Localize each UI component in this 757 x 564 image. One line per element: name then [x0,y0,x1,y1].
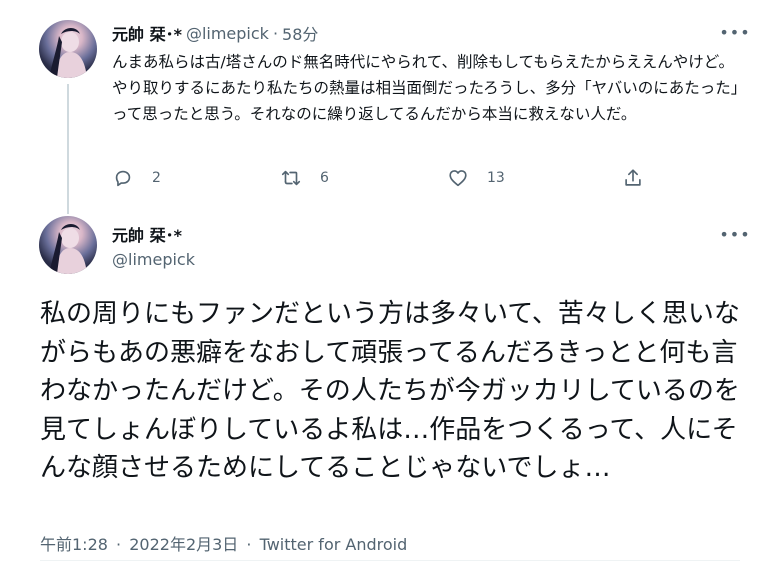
display-name[interactable]: 元帥 栞･* [112,222,182,246]
tweet-date[interactable]: 2022年2月3日 [129,535,238,554]
like-count: 13 [487,170,505,186]
avatar[interactable] [39,20,97,78]
more-horizontal-icon: ••• [719,22,751,42]
tweet-header: 元帥 栞･* @limepick · 58分 [112,21,318,45]
thread-connector-line [67,84,69,214]
retweet-button[interactable]: 6 [280,164,329,192]
user-handle[interactable]: @limepick [186,24,269,43]
display-name[interactable]: 元帥 栞･* [112,21,182,45]
tweet-time[interactable]: 午前1:28 [40,535,108,554]
reply-button[interactable]: 2 [112,164,161,192]
share-button[interactable] [622,164,644,192]
share-icon [625,169,641,186]
tweet-time-ago[interactable]: 58分 [282,21,318,45]
tweet-text: 私の周りにもファンだという方は多々いて、苦々しく思いながらもあの悪癖をなおして頑… [40,299,740,483]
heart-icon [449,170,467,187]
reply-count: 2 [152,170,161,186]
like-button[interactable]: 13 [447,164,505,192]
more-horizontal-icon: ••• [719,224,751,244]
more-options-button[interactable]: ••• [719,22,751,42]
divider [40,560,740,561]
tweet-actions: 2 6 13 [112,164,652,192]
separator-dot: · [246,535,252,554]
tweet-timestamp-footer: 午前1:28 · 2022年2月3日 · Twitter for Android [40,531,407,555]
retweet-count: 6 [320,170,329,186]
avatar[interactable] [39,216,97,274]
tweet-thread-page: 元帥 栞･* @limepick · 58分 ••• んまあ私らは古/塔さんのド… [0,0,757,564]
separator-dot: · [116,535,122,554]
retweet-icon [281,170,301,186]
reply-icon [115,170,131,187]
tweet-text: んまあ私らは古/塔さんのド無名時代にやられて、削除もしてもらえたからええんやけど… [112,53,747,123]
avatar-image [49,224,87,274]
avatar-image [49,28,87,78]
tweet-client[interactable]: Twitter for Android [260,535,408,554]
user-handle[interactable]: @limepick [112,250,195,269]
more-options-button[interactable]: ••• [719,224,751,244]
parent-tweet[interactable]: 元帥 栞･* @limepick · 58分 ••• んまあ私らは古/塔さんのド… [0,0,757,214]
separator-dot: · [272,23,279,43]
